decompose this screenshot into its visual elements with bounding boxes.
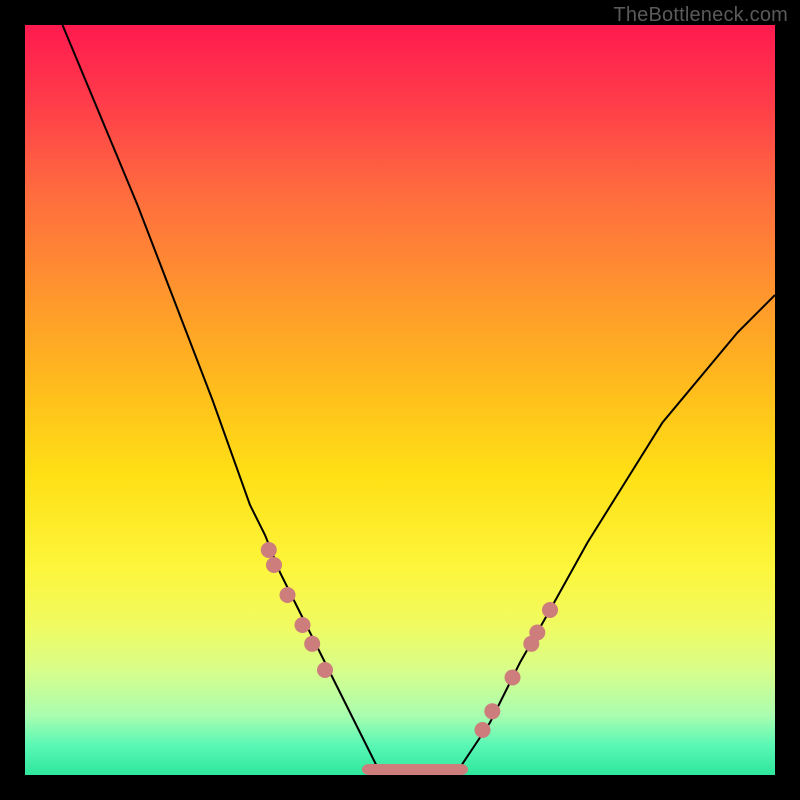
watermark-text: TheBottleneck.com (613, 4, 788, 27)
floor-marker-bar (362, 764, 468, 775)
marker-dot (295, 617, 311, 633)
chart-svg (25, 25, 775, 775)
marker-dot (475, 722, 491, 738)
marker-dot (542, 602, 558, 618)
marker-dot (261, 542, 277, 558)
bottleneck-curve (63, 25, 776, 775)
marker-dot (529, 625, 545, 641)
marker-dot (280, 587, 296, 603)
marker-dot (266, 557, 282, 573)
marker-dot (505, 670, 521, 686)
chart-plot-area (25, 25, 775, 775)
marker-dot (484, 703, 500, 719)
marker-dot (317, 662, 333, 678)
marker-dot (304, 636, 320, 652)
